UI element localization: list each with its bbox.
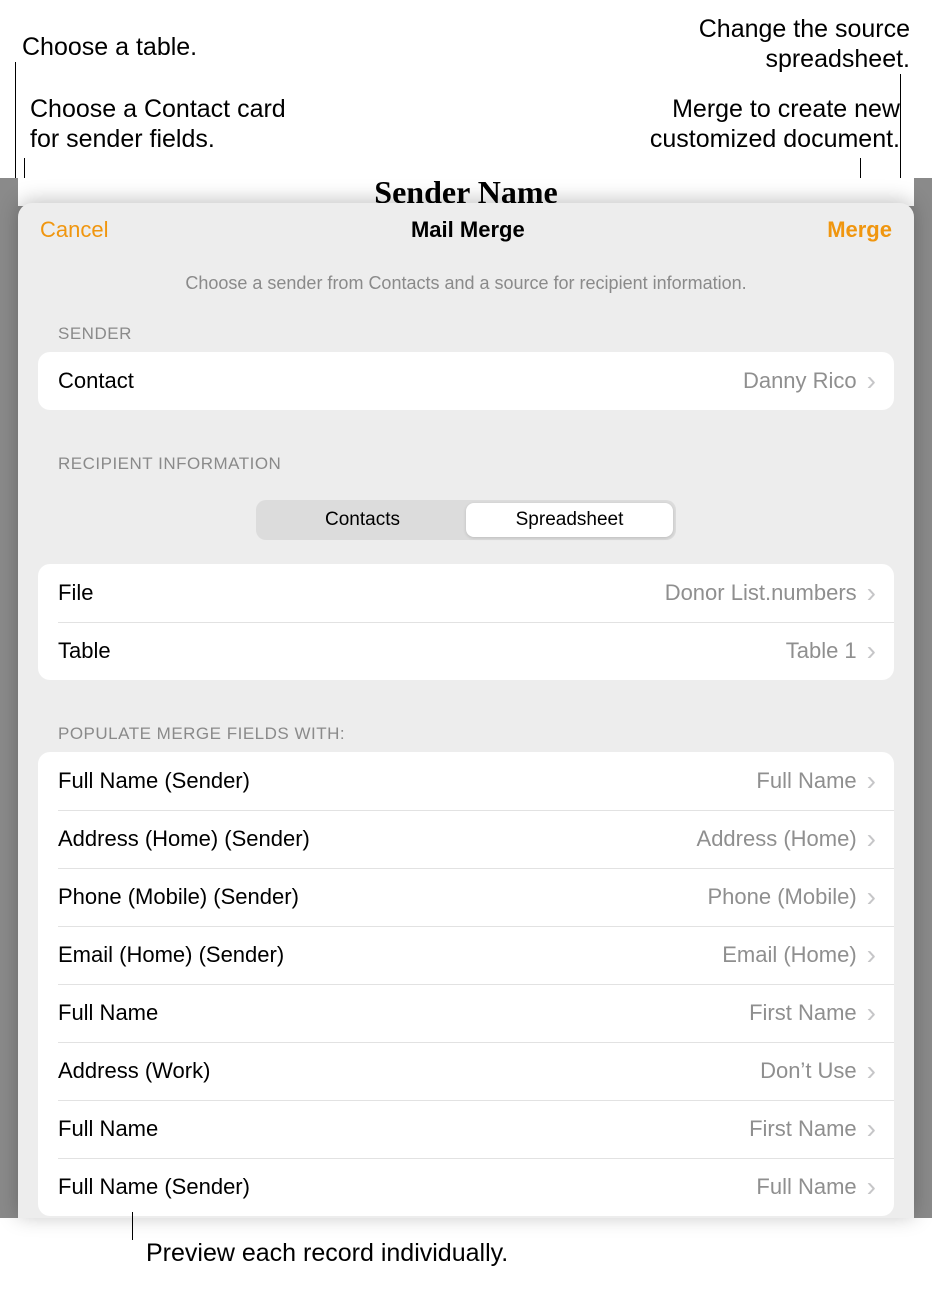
contact-row-label: Contact [58, 368, 134, 394]
field-row-value-wrap: Email (Home) › [722, 941, 876, 969]
field-row-label: Email (Home) (Sender) [58, 942, 284, 968]
field-row-value: Don’t Use [760, 1058, 857, 1084]
field-row-label: Full Name (Sender) [58, 768, 250, 794]
table-row-value: Table 1 [786, 638, 857, 664]
field-row[interactable]: Address (Home) (Sender) Address (Home) › [38, 810, 894, 868]
callout-preview: Preview each record individually. [146, 1238, 508, 1268]
fields-group: Full Name (Sender) Full Name › Address (… [38, 752, 894, 1216]
field-row-value-wrap: First Name › [749, 999, 876, 1027]
field-row-value: First Name [749, 1000, 857, 1026]
field-row-value: Full Name [756, 1174, 856, 1200]
field-row-value: Address (Home) [697, 826, 857, 852]
source-segmented-control: Contacts Spreadsheet [256, 500, 676, 540]
field-row-label: Full Name [58, 1000, 158, 1026]
field-row-label: Address (Home) (Sender) [58, 826, 310, 852]
preview-records-link[interactable]: Preview 18 Records [18, 1216, 914, 1218]
chevron-right-icon: › [867, 1173, 876, 1201]
contact-row-value-wrap: Danny Rico › [743, 367, 876, 395]
field-row-label: Phone (Mobile) (Sender) [58, 884, 299, 910]
callout-choose-contact: Choose a Contact card for sender fields. [30, 94, 286, 154]
callout-line2: customized document. [650, 125, 900, 153]
field-row[interactable]: Full Name (Sender) Full Name › [38, 752, 894, 810]
field-row-value-wrap: Full Name › [756, 1173, 876, 1201]
cancel-button[interactable]: Cancel [40, 217, 108, 243]
segmented-control-wrap: Contacts Spreadsheet [18, 500, 914, 540]
file-row[interactable]: File Donor List.numbers › [38, 564, 894, 622]
chevron-right-icon: › [867, 367, 876, 395]
file-row-value: Donor List.numbers [665, 580, 857, 606]
chevron-right-icon: › [867, 579, 876, 607]
field-row-value-wrap: Don’t Use › [760, 1057, 876, 1085]
chevron-right-icon: › [867, 1057, 876, 1085]
field-row-value: Phone (Mobile) [707, 884, 856, 910]
segment-contacts[interactable]: Contacts [259, 503, 466, 537]
chevron-right-icon: › [867, 1115, 876, 1143]
field-row-value: First Name [749, 1116, 857, 1142]
callout-change-source: Change the source spreadsheet. [699, 14, 910, 74]
sender-group: Contact Danny Rico › [38, 352, 894, 410]
field-row-value: Email (Home) [722, 942, 856, 968]
field-row-label: Full Name [58, 1116, 158, 1142]
sheet-title: Mail Merge [411, 217, 525, 243]
section-populate-header: POPULATE MERGE FIELDS WITH: [18, 718, 914, 752]
field-row-value-wrap: Address (Home) › [697, 825, 876, 853]
callout-line2: spreadsheet. [765, 45, 910, 73]
chevron-right-icon: › [867, 637, 876, 665]
chevron-right-icon: › [867, 825, 876, 853]
table-row-value-wrap: Table 1 › [786, 637, 876, 665]
section-sender-header: SENDER [18, 318, 914, 352]
field-row[interactable]: Full Name First Name › [38, 984, 894, 1042]
mail-merge-sheet: Cancel Mail Merge Merge Choose a sender … [18, 203, 914, 1218]
section-recipient-header: RECIPIENT INFORMATION [18, 448, 914, 482]
field-row-value-wrap: Phone (Mobile) › [707, 883, 876, 911]
chevron-right-icon: › [867, 941, 876, 969]
field-row-label: Full Name (Sender) [58, 1174, 250, 1200]
callout-line2: for sender fields. [30, 125, 215, 153]
file-row-label: File [58, 580, 93, 606]
file-row-value-wrap: Donor List.numbers › [665, 579, 876, 607]
segment-spreadsheet[interactable]: Spreadsheet [466, 503, 673, 537]
callout-line1: Change the source [699, 15, 910, 43]
chevron-right-icon: › [867, 767, 876, 795]
merge-button[interactable]: Merge [827, 217, 892, 243]
callout-line1: Merge to create new [672, 95, 900, 123]
field-row[interactable]: Address (Work) Don’t Use › [38, 1042, 894, 1100]
field-row-label: Address (Work) [58, 1058, 210, 1084]
source-group: File Donor List.numbers › Table Table 1 … [38, 564, 894, 680]
table-row-label: Table [58, 638, 111, 664]
sheet-subtitle: Choose a sender from Contacts and a sour… [18, 253, 914, 318]
field-row-value-wrap: First Name › [749, 1115, 876, 1143]
contact-row-value: Danny Rico [743, 368, 857, 394]
leader-preview [132, 1212, 133, 1240]
callout-choose-table: Choose a table. [22, 32, 197, 62]
sheet-navbar: Cancel Mail Merge Merge [18, 203, 914, 253]
contact-row[interactable]: Contact Danny Rico › [38, 352, 894, 410]
field-row[interactable]: Phone (Mobile) (Sender) Phone (Mobile) › [38, 868, 894, 926]
field-row[interactable]: Full Name (Sender) Full Name › [38, 1158, 894, 1216]
field-row-value-wrap: Full Name › [756, 767, 876, 795]
table-row[interactable]: Table Table 1 › [38, 622, 894, 680]
callout-merge-doc: Merge to create new customized document. [650, 94, 900, 154]
field-row-value: Full Name [756, 768, 856, 794]
field-row[interactable]: Email (Home) (Sender) Email (Home) › [38, 926, 894, 984]
document-title-peek: Sender Name [18, 178, 914, 206]
chevron-right-icon: › [867, 999, 876, 1027]
chevron-right-icon: › [867, 883, 876, 911]
callout-line1: Choose a Contact card [30, 95, 286, 123]
field-row[interactable]: Full Name First Name › [38, 1100, 894, 1158]
